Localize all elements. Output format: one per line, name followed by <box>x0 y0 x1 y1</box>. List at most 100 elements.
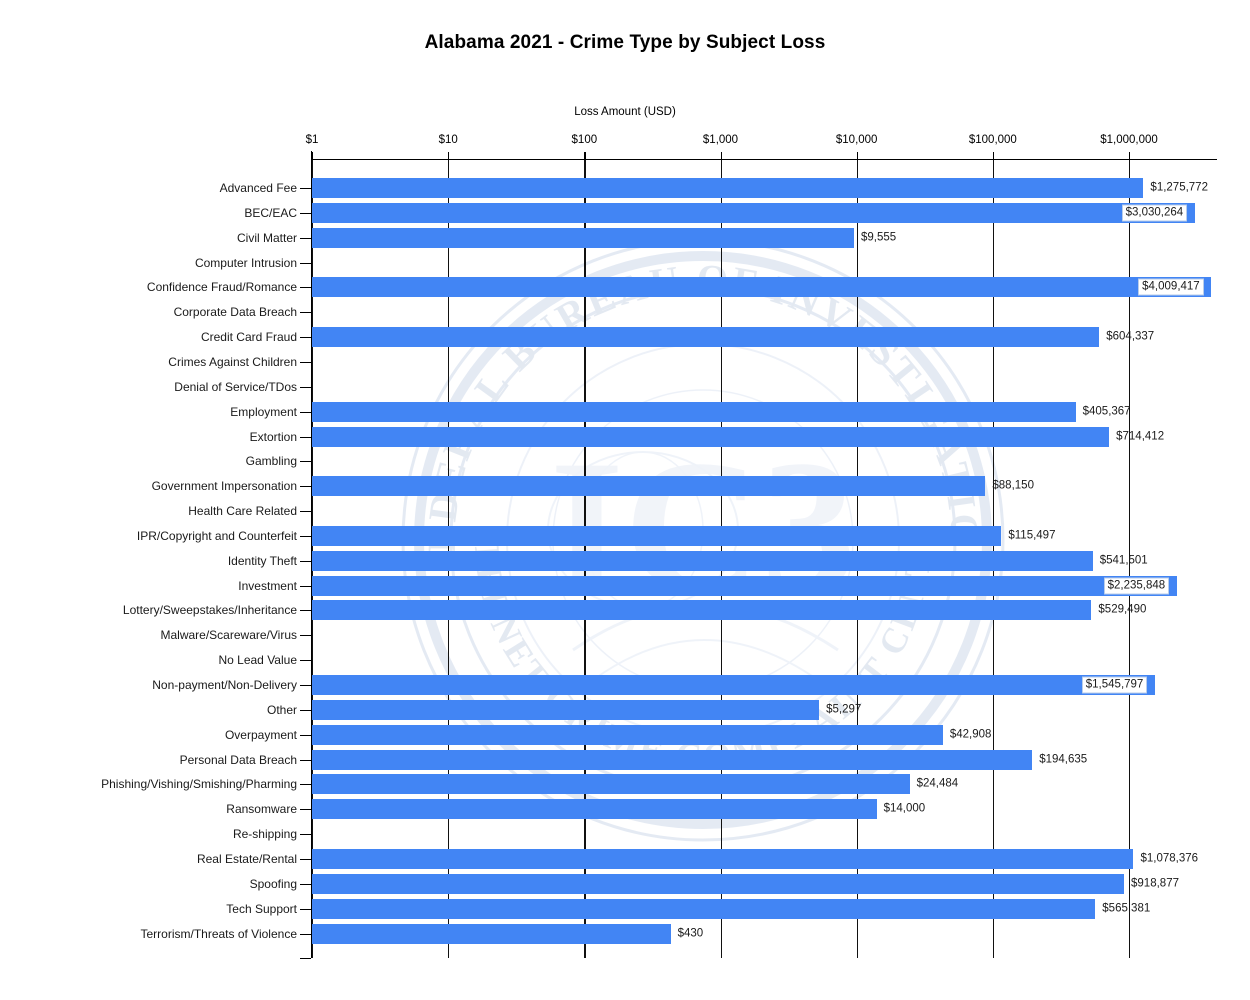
bar <box>312 600 1092 621</box>
y-tick-mark <box>300 610 311 612</box>
bar-value-label: $3,030,264 <box>1121 204 1188 222</box>
x-tick-label: $10,000 <box>835 134 878 146</box>
y-category-label: Real Estate/Rental <box>196 851 297 866</box>
y-category-label: Advanced Fee <box>219 181 297 195</box>
bar <box>312 848 1134 869</box>
bar <box>312 575 1177 596</box>
y-tick-mark <box>300 735 311 737</box>
bar-value-label: $5,297 <box>826 703 862 716</box>
x-tick-label: $1 <box>305 134 319 146</box>
y-category-label: No Lead Value <box>218 653 297 668</box>
bar-value-label: $1,275,772 <box>1150 181 1208 194</box>
x-tick-mark <box>448 152 450 160</box>
y-tick-mark <box>300 486 311 488</box>
bar <box>312 774 910 795</box>
bar <box>312 873 1125 894</box>
bar <box>312 227 854 248</box>
y-tick-mark <box>300 312 311 314</box>
bar-value-label: $9,555 <box>860 231 897 244</box>
plot-area <box>312 160 1217 958</box>
x-tick-label: $1,000,000 <box>1100 134 1158 146</box>
bar-value-label: $430 <box>677 927 704 939</box>
bar <box>312 476 986 497</box>
y-tick-mark <box>300 760 311 762</box>
y-tick-mark <box>300 412 311 414</box>
chart-title: Alabama 2021 - Crime Type by Subject Los… <box>424 32 826 53</box>
bar <box>312 675 1155 695</box>
y-tick-mark <box>300 337 311 339</box>
y-category-label: Non-payment/Non-Delivery <box>152 678 297 692</box>
y-category-label: Crimes Against Children <box>168 354 297 369</box>
y-tick-mark <box>300 387 311 389</box>
bar <box>312 178 1144 198</box>
y-tick-mark <box>300 710 311 712</box>
y-tick-mark <box>300 362 311 364</box>
y-tick-mark <box>300 884 311 886</box>
y-category-label: Other <box>266 702 297 717</box>
y-tick-mark <box>300 934 311 936</box>
bar <box>312 923 671 944</box>
y-category-label: Re-shipping <box>232 827 297 842</box>
bar-value-label: $565,381 <box>1102 902 1151 915</box>
bar <box>312 401 1076 422</box>
bar <box>312 525 1002 546</box>
y-category-label: Health Care Related <box>188 504 297 519</box>
bar <box>312 277 1212 298</box>
bar <box>312 426 1110 447</box>
bar-value-label: $529,490 <box>1098 603 1147 616</box>
y-category-label: Confidence Fraud/Romance <box>146 280 297 295</box>
y-category-label: Phishing/Vishing/Smishing/Pharming <box>101 777 297 792</box>
y-category-label: Credit Card Fraud <box>200 330 297 345</box>
y-category-label: Employment <box>230 404 297 419</box>
x-tick-mark <box>720 152 722 160</box>
bar-value-label: $714,412 <box>1116 430 1165 442</box>
y-category-label: Ransomware <box>226 802 297 817</box>
y-tick-mark <box>300 809 311 811</box>
bar-value-label: $4,009,417 <box>1138 278 1204 296</box>
bar-value-label: $1,078,376 <box>1140 852 1199 865</box>
y-tick-mark <box>300 536 311 538</box>
bar-value-label: $194,635 <box>1039 753 1088 766</box>
y-category-label: IPR/Copyright and Counterfeit <box>136 528 297 543</box>
y-tick-mark <box>300 461 311 463</box>
y-tick-mark <box>300 834 311 836</box>
x-tick-mark <box>584 152 586 160</box>
bar <box>312 749 1033 770</box>
x-tick-mark <box>992 152 995 160</box>
y-tick-mark <box>300 238 311 240</box>
bar-value-label: $1,545,797 <box>1081 676 1148 694</box>
y-tick-mark <box>300 561 311 563</box>
y-category-label: Personal Data Breach <box>179 752 297 767</box>
y-tick-mark <box>300 586 311 588</box>
chart-container: Alabama 2021 - Crime Type by Subject Los… <box>0 0 1250 1000</box>
bar-value-label: $14,000 <box>883 802 926 815</box>
x-tick-label: $10 <box>438 134 458 146</box>
bar <box>312 799 877 820</box>
bar <box>312 202 1195 223</box>
y-category-label: BEC/EAC <box>244 205 297 220</box>
bar-value-label: $405,367 <box>1082 405 1131 418</box>
y-category-label: Gambling <box>245 454 297 469</box>
bar-value-label: $604,337 <box>1106 330 1155 343</box>
y-tick-mark <box>300 909 311 911</box>
y-category-label: Corporate Data Breach <box>173 305 297 320</box>
bar <box>312 724 943 745</box>
y-tick-mark <box>300 635 311 637</box>
x-tick-label: $1,000 <box>702 134 739 146</box>
y-tick-mark <box>300 213 311 215</box>
bar-value-label: $541,501 <box>1099 554 1148 567</box>
y-category-label: Terrorism/Threats of Violence <box>140 926 297 941</box>
bar <box>312 898 1096 919</box>
y-tick-mark <box>300 188 311 190</box>
y-tick-mark <box>300 287 311 289</box>
bar-value-label: $918,877 <box>1131 877 1179 890</box>
x-tick-mark <box>1129 152 1131 160</box>
bar-value-label: $2,235,848 <box>1103 577 1170 595</box>
y-category-label: Government Impersonation <box>151 479 297 494</box>
y-tick-mark <box>300 511 311 513</box>
y-tick-mark <box>300 263 311 265</box>
y-category-label: Investment <box>238 578 297 593</box>
bar-value-label: $42,908 <box>949 728 992 741</box>
y-tick-mark <box>300 859 311 861</box>
y-tick-mark <box>300 437 311 439</box>
